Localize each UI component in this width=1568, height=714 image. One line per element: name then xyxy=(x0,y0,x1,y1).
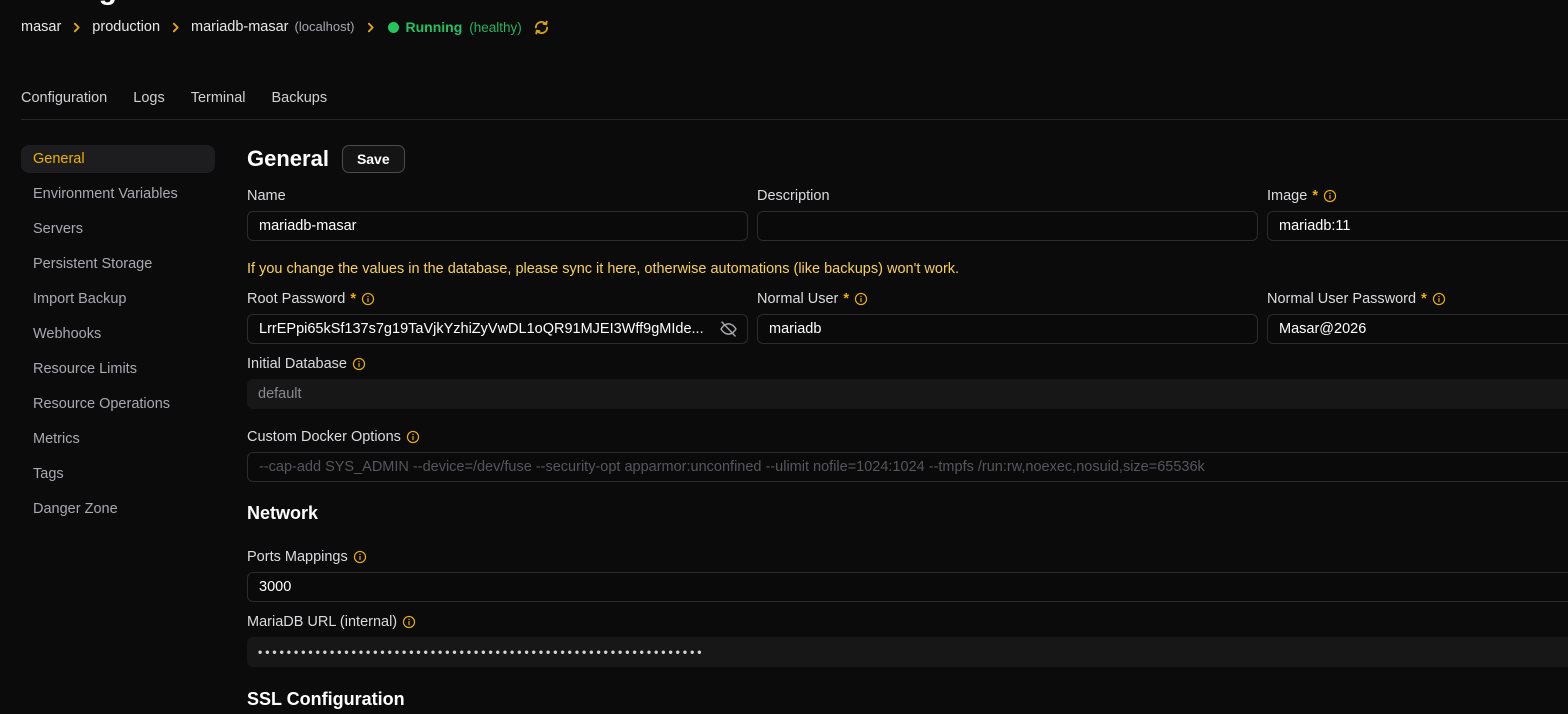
tab-configuration[interactable]: Configuration xyxy=(21,90,107,106)
chevron-right-icon xyxy=(169,21,182,34)
chevron-right-icon xyxy=(364,21,377,34)
breadcrumb-host: (localhost) xyxy=(295,19,355,34)
sidebar-item-environment-variables[interactable]: Environment Variables xyxy=(21,180,215,208)
initial-database-input[interactable] xyxy=(247,379,1568,409)
section-heading-ssl: SSL Configuration xyxy=(247,689,1568,710)
normal-user-label: Normal User * xyxy=(757,291,1258,306)
name-label: Name xyxy=(247,188,748,203)
save-button[interactable]: Save xyxy=(342,145,405,173)
description-label: Description xyxy=(757,188,1258,203)
required-asterisk: * xyxy=(843,291,849,307)
root-password-input[interactable] xyxy=(247,314,748,344)
eye-off-icon[interactable] xyxy=(718,319,739,340)
sync-warning-text: If you change the values in the database… xyxy=(247,261,1568,277)
sidebar-item-servers[interactable]: Servers xyxy=(21,215,215,243)
required-asterisk: * xyxy=(1421,291,1427,307)
sidebar-item-resource-limits[interactable]: Resource Limits xyxy=(21,355,215,383)
breadcrumb: masar production mariadb-masar (localhos… xyxy=(0,0,1568,38)
breadcrumb-resource-group: mariadb-masar (localhost) xyxy=(191,19,355,35)
tab-backups[interactable]: Backups xyxy=(272,90,328,106)
info-icon[interactable] xyxy=(402,615,416,629)
sidebar-item-danger-zone[interactable]: Danger Zone xyxy=(21,495,215,523)
ports-mappings-input[interactable] xyxy=(247,572,1568,602)
sidebar-item-import-backup[interactable]: Import Backup xyxy=(21,285,215,313)
normal-user-input[interactable] xyxy=(757,314,1258,344)
name-input[interactable] xyxy=(247,211,748,241)
breadcrumb-resource[interactable]: mariadb-masar xyxy=(191,19,289,35)
info-icon[interactable] xyxy=(1323,189,1337,203)
tab-logs[interactable]: Logs xyxy=(133,90,164,106)
mariadb-url-input[interactable] xyxy=(247,637,1568,667)
breadcrumb-project[interactable]: masar xyxy=(21,19,61,35)
content: General Environment Variables Servers Pe… xyxy=(0,145,1568,710)
settings-sidebar: General Environment Variables Servers Pe… xyxy=(21,145,215,530)
ports-mappings-label: Ports Mappings xyxy=(247,549,1568,564)
sidebar-item-persistent-storage[interactable]: Persistent Storage xyxy=(21,250,215,278)
divider xyxy=(21,119,1568,120)
status-indicator: Running (healthy) xyxy=(388,19,522,35)
status-health: (healthy) xyxy=(469,20,522,35)
sidebar-item-metrics[interactable]: Metrics xyxy=(21,425,215,453)
normal-user-password-label: Normal User Password * xyxy=(1267,291,1568,306)
image-label: Image * xyxy=(1267,188,1568,203)
info-icon[interactable] xyxy=(854,292,868,306)
required-asterisk: * xyxy=(1312,188,1318,204)
sidebar-item-tags[interactable]: Tags xyxy=(21,460,215,488)
sidebar-item-webhooks[interactable]: Webhooks xyxy=(21,320,215,348)
image-input[interactable] xyxy=(1267,211,1568,241)
refresh-icon[interactable] xyxy=(533,19,550,36)
initial-database-label: Initial Database xyxy=(247,356,1568,371)
required-asterisk: * xyxy=(350,291,356,307)
page-title: Configuration xyxy=(21,0,220,7)
section-heading-network: Network xyxy=(247,503,1568,524)
info-icon[interactable] xyxy=(406,430,420,444)
description-input[interactable] xyxy=(757,211,1258,241)
custom-docker-options-label: Custom Docker Options xyxy=(247,429,1568,444)
custom-docker-options-input[interactable] xyxy=(247,452,1568,482)
mariadb-url-label: MariaDB URL (internal) xyxy=(247,614,1568,629)
tab-bar: Configuration Logs Terminal Backups xyxy=(0,86,1568,110)
info-icon[interactable] xyxy=(361,292,375,306)
info-icon[interactable] xyxy=(352,357,366,371)
status-label: Running xyxy=(406,19,463,35)
section-heading-general: General xyxy=(247,146,329,172)
general-form: General Save Name Description Image * xyxy=(247,145,1568,710)
sidebar-item-resource-operations[interactable]: Resource Operations xyxy=(21,390,215,418)
sidebar-item-general[interactable]: General xyxy=(21,145,215,173)
normal-user-password-input[interactable] xyxy=(1267,314,1568,344)
tab-terminal[interactable]: Terminal xyxy=(191,90,246,106)
chevron-right-icon xyxy=(70,21,83,34)
info-icon[interactable] xyxy=(353,550,367,564)
green-status-dot xyxy=(388,22,399,33)
breadcrumb-environment[interactable]: production xyxy=(92,19,160,35)
info-icon[interactable] xyxy=(1432,292,1446,306)
root-password-label: Root Password * xyxy=(247,291,748,306)
